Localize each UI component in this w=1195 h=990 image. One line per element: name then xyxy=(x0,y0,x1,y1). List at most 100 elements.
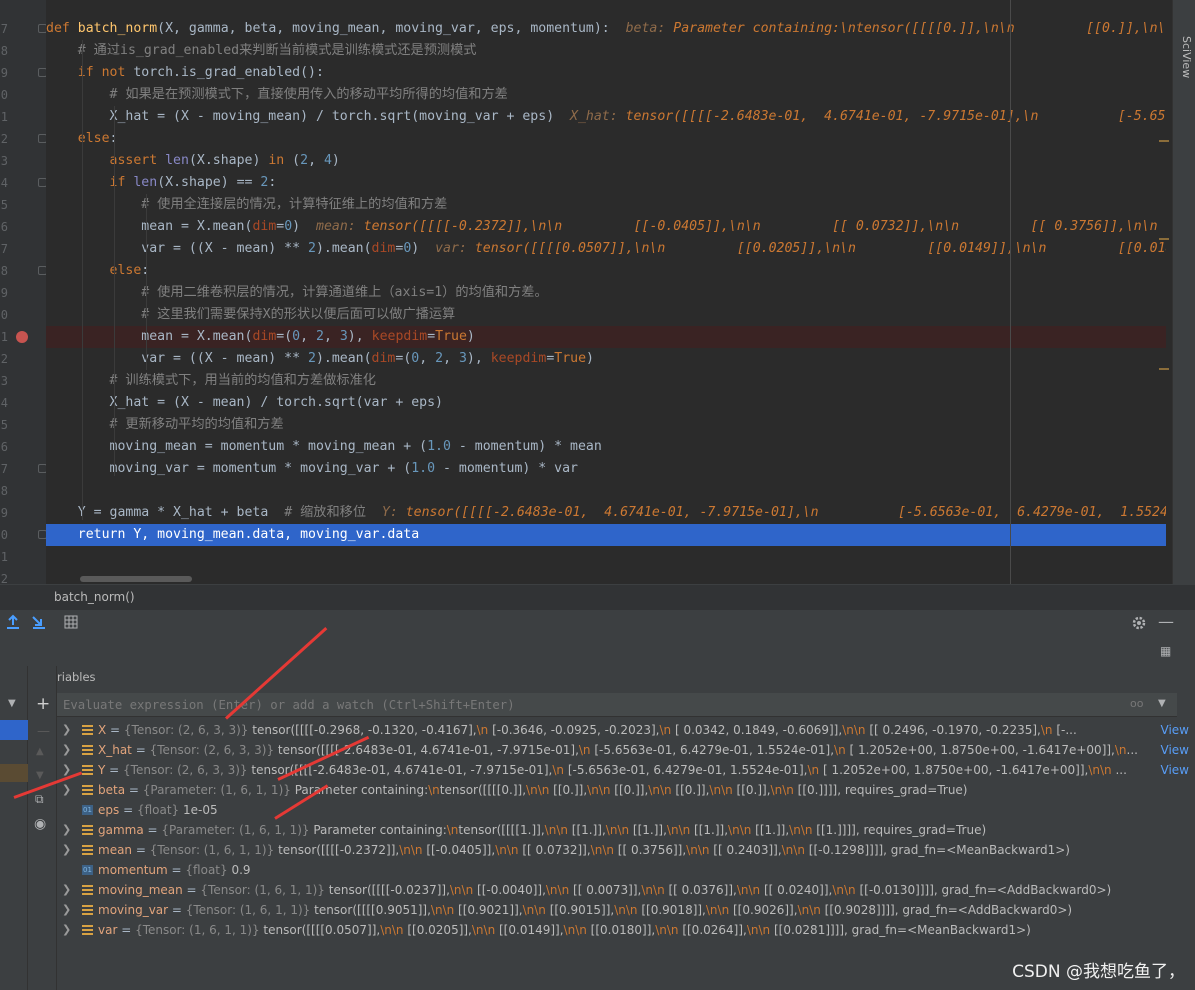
line-number[interactable]: 4 xyxy=(0,172,8,194)
code-editor[interactable]: 789012345678901234567890123 def batch_no… xyxy=(0,0,1195,584)
evaluate-expression-input[interactable] xyxy=(57,693,1117,717)
variable-row[interactable]: ❯ beta = {Parameter: (1, 6, 1, 1)} Parame… xyxy=(57,780,1195,800)
current-execution-line[interactable]: return Y, moving_mean.data, moving_var.d… xyxy=(46,524,1166,546)
variable-row[interactable]: ❯ mean = {Tensor: (1, 6, 1, 1)} tensor([[… xyxy=(57,840,1195,860)
line-number[interactable]: 7 xyxy=(0,238,8,260)
code-line[interactable]: if len(X.shape) == 2: xyxy=(46,172,1166,194)
line-number[interactable]: 8 xyxy=(0,480,8,502)
code-line[interactable]: mean = X.mean(dim=(0, 2, 3), keepdim=Tru… xyxy=(46,326,1166,348)
code-line[interactable]: # 更新移动平均的均值和方差 xyxy=(46,414,1166,436)
fold-marker-icon[interactable] xyxy=(38,134,46,143)
line-number[interactable]: 8 xyxy=(0,40,8,62)
code-line[interactable]: mean = X.mean(dim=0) mean: tensor([[[[-0… xyxy=(46,216,1166,238)
variable-row[interactable]: 01 momentum = {float} 0.9 xyxy=(57,860,1195,880)
code-line[interactable]: # 使用二维卷积层的情况，计算通道维上（axis=1）的均值和方差。 xyxy=(46,282,1166,304)
line-number[interactable]: 5 xyxy=(0,194,8,216)
expand-arrow-icon[interactable]: ❯ xyxy=(62,720,71,740)
table-icon[interactable] xyxy=(64,615,78,629)
fold-marker-icon[interactable] xyxy=(38,266,46,275)
line-number[interactable]: 1 xyxy=(0,106,8,128)
line-number[interactable]: 6 xyxy=(0,216,8,238)
variable-row[interactable]: ❯ moving_var = {Tensor: (1, 6, 1, 1)} ten… xyxy=(57,900,1195,920)
fold-marker-icon[interactable] xyxy=(38,24,46,33)
variable-row[interactable]: ❯ X = {Tensor: (2, 6, 3, 3)} tensor([[[[-… xyxy=(57,720,1195,740)
run-to-cursor-icon[interactable] xyxy=(31,614,47,630)
variable-row[interactable]: ❯ Y = {Tensor: (2, 6, 3, 3)} tensor([[[[-… xyxy=(57,760,1195,780)
layout-icon[interactable]: ▦ xyxy=(1160,644,1171,658)
code-line[interactable]: moving_var = momentum * moving_var + (1.… xyxy=(46,458,1166,480)
line-number[interactable]: 1 xyxy=(0,326,8,348)
code-line[interactable]: else: xyxy=(46,128,1166,150)
selected-frame[interactable] xyxy=(0,720,28,740)
line-number[interactable]: 8 xyxy=(0,260,8,282)
code-line[interactable]: def batch_norm(X, gamma, beta, moving_me… xyxy=(46,18,1166,40)
line-number[interactable]: 0 xyxy=(0,84,8,106)
code-line[interactable]: else: xyxy=(46,260,1166,282)
code-line[interactable]: X_hat = (X - moving_mean) / torch.sqrt(m… xyxy=(46,106,1166,128)
code-line[interactable]: if not torch.is_grad_enabled(): xyxy=(46,62,1166,84)
code-area[interactable]: def batch_norm(X, gamma, beta, moving_me… xyxy=(46,0,1166,584)
copy-icon[interactable]: ⧉ xyxy=(35,792,44,807)
code-line[interactable]: Y = gamma * X_hat + beta # 缩放和移位 Y: tens… xyxy=(46,502,1166,524)
code-line[interactable] xyxy=(46,546,1166,568)
chevron-down-icon[interactable]: ▼ xyxy=(8,698,16,709)
code-line[interactable] xyxy=(46,480,1166,502)
add-watch-icon[interactable]: + xyxy=(36,694,50,714)
code-line[interactable]: var = ((X - mean) ** 2).mean(dim=0) var:… xyxy=(46,238,1166,260)
code-line[interactable]: # 如果是在预测模式下，直接使用传入的移动平均所得的均值和方差 xyxy=(46,84,1166,106)
line-number[interactable]: 0 xyxy=(0,524,8,546)
code-line[interactable]: assert len(X.shape) in (2, 4) xyxy=(46,150,1166,172)
line-number[interactable]: 5 xyxy=(0,414,8,436)
history-dropdown-icon[interactable]: ▼ xyxy=(1158,698,1166,709)
line-number[interactable]: 4 xyxy=(0,392,8,414)
minimize-icon[interactable]: — xyxy=(1158,612,1174,631)
code-line[interactable]: # 使用全连接层的情况，计算特征维上的均值和方差 xyxy=(46,194,1166,216)
line-number[interactable]: 6 xyxy=(0,436,8,458)
expand-arrow-icon[interactable]: ❯ xyxy=(62,820,71,840)
expand-arrow-icon[interactable]: ❯ xyxy=(62,840,71,860)
line-number[interactable]: 3 xyxy=(0,150,8,172)
variable-row[interactable]: ❯ var = {Tensor: (1, 6, 1, 1)} tensor([[[… xyxy=(57,920,1195,940)
view-link[interactable]: View xyxy=(1154,740,1195,760)
horizontal-scrollbar[interactable] xyxy=(80,576,192,582)
expand-arrow-icon[interactable]: ❯ xyxy=(62,780,71,800)
line-number[interactable]: 7 xyxy=(0,18,8,40)
line-number[interactable]: 9 xyxy=(0,502,8,524)
variable-row[interactable]: ❯ moving_mean = {Tensor: (1, 6, 1, 1)} te… xyxy=(57,880,1195,900)
line-gutter[interactable]: 789012345678901234567890123 xyxy=(0,0,46,584)
expand-arrow-icon[interactable]: ❯ xyxy=(62,900,71,920)
gear-icon[interactable] xyxy=(1131,615,1147,631)
code-line[interactable] xyxy=(46,568,1166,584)
variable-row[interactable]: ❯ X_hat = {Tensor: (2, 6, 3, 3)} tensor([… xyxy=(57,740,1195,760)
expand-arrow-icon[interactable]: ❯ xyxy=(62,920,71,940)
code-line[interactable]: moving_mean = momentum * moving_mean + (… xyxy=(46,436,1166,458)
variable-row[interactable]: ❯ gamma = {Parameter: (1, 6, 1, 1)} Param… xyxy=(57,820,1195,840)
code-line[interactable]: # 这里我们需要保持X的形状以便后面可以做广播运算 xyxy=(46,304,1166,326)
code-line[interactable]: # 训练模式下，用当前的均值和方差做标准化 xyxy=(46,370,1166,392)
line-number[interactable]: 1 xyxy=(0,546,8,568)
code-line[interactable]: X_hat = (X - mean) / torch.sqrt(var + ep… xyxy=(46,392,1166,414)
fold-marker-icon[interactable] xyxy=(38,530,46,539)
fold-marker-icon[interactable] xyxy=(38,178,46,187)
fold-marker-icon[interactable] xyxy=(38,464,46,473)
move-down-icon[interactable]: ▼ xyxy=(36,770,44,781)
eye-icon[interactable]: ◉ xyxy=(34,816,46,832)
frame-highlight[interactable] xyxy=(0,764,28,782)
glasses-icon[interactable]: oo xyxy=(1130,697,1143,710)
code-line[interactable]: # 通过is_grad_enabled来判断当前模式是训练模式还是预测模式 xyxy=(46,40,1166,62)
line-number[interactable]: 7 xyxy=(0,458,8,480)
line-number[interactable]: 2 xyxy=(0,568,8,584)
view-link[interactable]: View xyxy=(1154,760,1195,780)
move-up-icon[interactable]: ▲ xyxy=(36,746,44,757)
view-link[interactable]: View xyxy=(1154,720,1195,740)
variable-row[interactable]: 01 eps = {float} 1e-05 xyxy=(57,800,1195,820)
breadcrumb-function[interactable]: batch_norm() xyxy=(54,590,135,604)
expand-arrow-icon[interactable]: ❯ xyxy=(62,740,71,760)
expand-arrow-icon[interactable]: ❯ xyxy=(62,880,71,900)
step-out-icon[interactable] xyxy=(5,614,21,630)
code-line[interactable]: var = ((X - mean) ** 2).mean(dim=(0, 2, … xyxy=(46,348,1166,370)
remove-watch-icon[interactable]: — xyxy=(37,724,50,739)
breadcrumb[interactable]: batch_norm() xyxy=(0,584,1195,610)
fold-marker-icon[interactable] xyxy=(38,68,46,77)
line-number[interactable]: 9 xyxy=(0,62,8,84)
